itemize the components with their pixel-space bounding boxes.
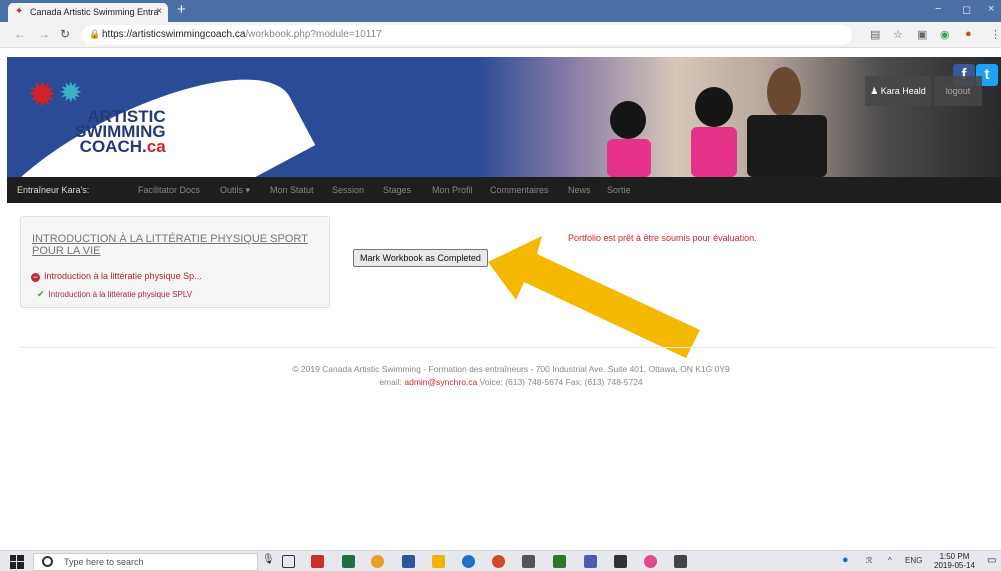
- user-name: Kara Heald: [880, 86, 926, 96]
- footer-phones: Voice: (613) 748-5674 Fax: (613) 748-572…: [479, 377, 643, 387]
- forward-icon[interactable]: →: [38, 27, 50, 41]
- module-item-complete[interactable]: ✔ Introduction à la littératie physique S…: [37, 289, 192, 300]
- search-icon: [42, 556, 53, 567]
- banner-photo: [477, 57, 1001, 177]
- footer-email-link[interactable]: admin@synchro.ca: [404, 377, 477, 387]
- site-logo[interactable]: ARTISTIC SWIMMING COACH.ca: [75, 108, 166, 156]
- nav-news[interactable]: News: [568, 185, 591, 195]
- nav-stages[interactable]: Stages: [383, 185, 411, 195]
- tab-close-icon[interactable]: ×: [156, 6, 162, 17]
- clock-date: 2019-05-14: [934, 561, 975, 570]
- logout-button[interactable]: logout: [934, 76, 982, 106]
- extension-green-icon[interactable]: ◉: [940, 28, 950, 41]
- swimmer-suit: [607, 139, 651, 177]
- module-item-label: Introduction à la littératie physique Sp…: [44, 271, 202, 281]
- windows-taskbar: Type here to search 🎙 ● ℛ ^ ENG 1:50 PM …: [0, 550, 1001, 571]
- footer-contact: email: admin@synchro.ca Voice: (613) 748…: [0, 377, 1001, 387]
- notification-icon[interactable]: ▭: [987, 555, 996, 566]
- reload-icon[interactable]: ↻: [60, 27, 70, 41]
- nav-mon-profil[interactable]: Mon Profil: [432, 185, 473, 195]
- footer-address: © 2019 Canada Artistic Swimming - Format…: [292, 364, 730, 374]
- main-nav: Entraîneur Kara's: Facilitator Docs Outi…: [7, 177, 1001, 203]
- minimize-icon[interactable]: −: [935, 3, 941, 15]
- footer-divider: [20, 347, 995, 348]
- word-icon[interactable]: [402, 555, 415, 568]
- workbook-card: INTRODUCTION À LA LITTÉRATIE PHYSIQUE SP…: [20, 216, 330, 308]
- swimmer-head: [610, 101, 646, 139]
- url-input[interactable]: 🔒 https://artisticswimmingcoach.ca/workb…: [82, 25, 852, 45]
- nav-mon-statut[interactable]: Mon Statut: [270, 185, 314, 195]
- coach-head: [767, 67, 801, 117]
- maple-leaf-logo-icon: ✹: [27, 74, 58, 115]
- menu-dots-icon[interactable]: ⋮: [990, 28, 1001, 41]
- microphone-icon[interactable]: 🎙: [262, 554, 275, 565]
- swimmer-suit: [691, 127, 737, 177]
- close-window-icon[interactable]: ×: [988, 3, 994, 15]
- tab-title: Canada Artistic Swimming Entra: [30, 7, 159, 17]
- teams-icon[interactable]: [584, 555, 597, 568]
- maximize-icon[interactable]: ◻: [962, 3, 971, 16]
- browser-title-bar: ✦ Canada Artistic Swimming Entra × + − ◻…: [0, 0, 1001, 22]
- logo-ca: ca: [146, 137, 166, 156]
- maple-leaf-icon: ✦: [15, 6, 24, 17]
- nav-sortie[interactable]: Sortie: [607, 185, 631, 195]
- maple-leaf-teal-icon: ✹: [59, 77, 83, 108]
- clock-time: 1:50 PM: [939, 552, 970, 561]
- language-indicator[interactable]: ENG: [905, 556, 922, 565]
- url-host: https://artisticswimmingcoach.ca: [102, 29, 246, 40]
- browser-tab[interactable]: ✦ Canada Artistic Swimming Entra ×: [8, 3, 168, 22]
- lock-icon: 🔒: [89, 29, 101, 39]
- windows-start-icon[interactable]: [10, 555, 24, 569]
- taskbar-search-input[interactable]: Type here to search: [33, 553, 258, 571]
- nav-coach-name: Entraîneur Kara's:: [17, 185, 90, 195]
- logo-line: COACH.: [79, 137, 147, 156]
- help-icon[interactable]: ●: [842, 554, 849, 566]
- annotation-arrow: [488, 236, 700, 358]
- powerpoint-icon[interactable]: [492, 555, 505, 568]
- minus-circle-icon: −: [31, 272, 40, 282]
- task-view-icon[interactable]: [282, 555, 295, 568]
- back-icon[interactable]: ←: [14, 27, 26, 41]
- site-banner: ✹ ✹ ARTISTIC SWIMMING COACH.ca f t: [7, 57, 1001, 177]
- address-bar-row: ← → ↻ 🔒 https://artisticswimmingcoach.ca…: [0, 22, 1001, 48]
- nav-commentaires[interactable]: Commentaires: [490, 185, 549, 195]
- coach-body: [747, 115, 827, 177]
- mail-icon[interactable]: [614, 555, 627, 568]
- paint-icon[interactable]: [644, 555, 657, 568]
- workbook-title-link[interactable]: INTRODUCTION À LA LITTÉRATIE PHYSIQUE SP…: [32, 233, 327, 257]
- edge-icon[interactable]: [462, 555, 475, 568]
- module-item-incomplete[interactable]: − Introduction à la littératie physique S…: [31, 271, 202, 282]
- taskbar-clock[interactable]: 1:50 PM 2019-05-14: [934, 552, 975, 570]
- acrobat-icon[interactable]: [311, 555, 324, 568]
- people-icon[interactable]: ℛ: [866, 556, 872, 565]
- nav-facilitator-docs[interactable]: Facilitator Docs: [138, 185, 200, 195]
- new-tab-button[interactable]: +: [177, 1, 186, 18]
- footer-email-label: email:: [379, 377, 402, 387]
- tray-expand-icon[interactable]: ^: [888, 556, 892, 565]
- mark-workbook-completed-button[interactable]: Mark Workbook as Completed: [353, 249, 488, 267]
- project-icon[interactable]: [553, 555, 566, 568]
- excel-icon[interactable]: [342, 555, 355, 568]
- url-path: /workbook.php?module=10117: [245, 29, 382, 40]
- extension-icon[interactable]: ▣: [917, 28, 927, 41]
- nav-session[interactable]: Session: [332, 185, 364, 195]
- translate-icon[interactable]: ▤: [870, 28, 880, 41]
- taskbar-search-placeholder: Type here to search: [64, 557, 144, 567]
- user-icon: ♟: [870, 86, 879, 96]
- module-item-label: Introduction à la littératie physique SP…: [48, 290, 193, 299]
- store-icon[interactable]: [674, 555, 687, 568]
- check-icon: ✔: [37, 289, 45, 299]
- user-account-button[interactable]: ♟ Kara Heald: [865, 76, 931, 106]
- profile-avatar-icon[interactable]: ●: [965, 28, 972, 40]
- file-explorer-icon[interactable]: [432, 555, 445, 568]
- bookmark-star-icon[interactable]: ☆: [893, 28, 903, 41]
- nav-outils[interactable]: Outils ▾: [220, 185, 250, 196]
- calculator-icon[interactable]: [522, 555, 535, 568]
- chrome-icon[interactable]: [371, 555, 384, 568]
- swimmer-head: [695, 87, 733, 127]
